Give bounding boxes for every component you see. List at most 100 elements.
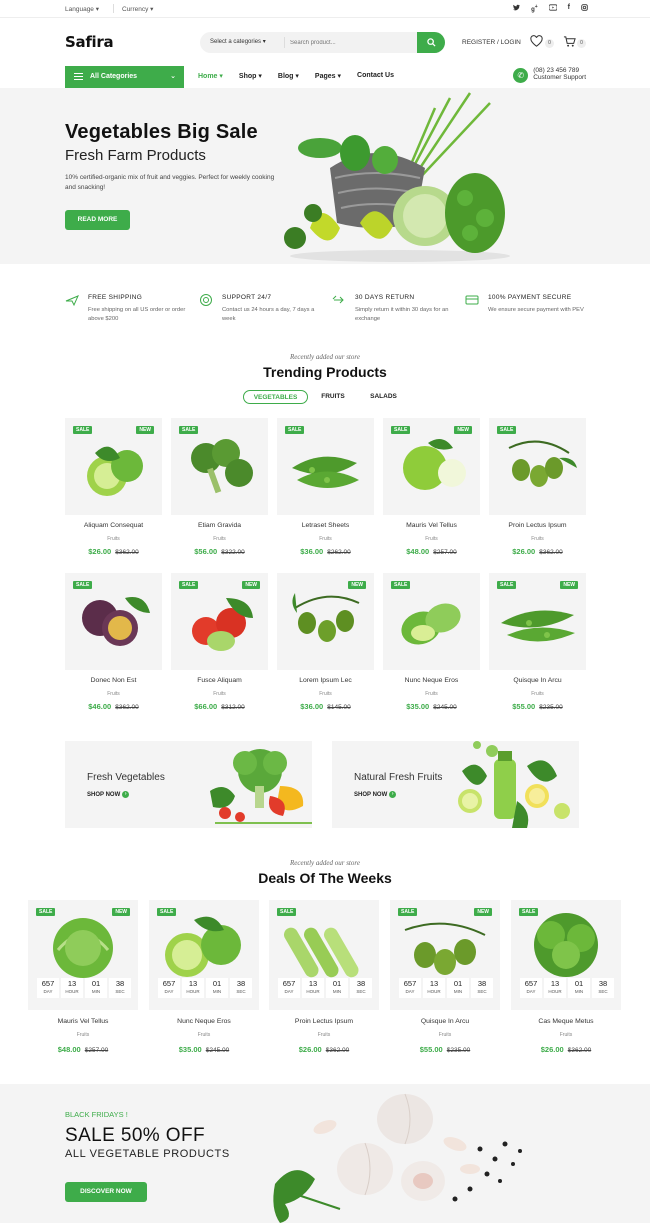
register-login-link[interactable]: REGISTER / LOGIN — [462, 39, 521, 46]
timer-label: DAY — [284, 989, 294, 994]
social-links: g+ f — [513, 4, 588, 13]
search-input[interactable] — [290, 36, 410, 49]
deal-card[interactable]: SALE 657 DAY 13 HOUR 01 MIN 38 SEC Nunc Neque Ero… — [149, 900, 259, 1060]
timer-unit: 13 HOUR — [182, 978, 204, 998]
twitter-icon[interactable] — [513, 4, 521, 13]
new-badge: NEW — [242, 581, 260, 589]
product-price: $56.00 $322.00 — [171, 547, 268, 556]
product-card[interactable]: SALE NEW Mauris Vel Tellus Fruits $48.00 $257… — [383, 418, 480, 568]
shop-now-link[interactable]: SHOP NOW › — [87, 791, 130, 798]
search-category-select[interactable]: Select a categories ▾ — [210, 38, 266, 45]
timer-unit: 38 SEC — [592, 978, 614, 998]
product-card[interactable]: NEW Lorem Ipsum Lec Fruits $36.00 $145.00 — [277, 573, 374, 723]
product-name[interactable]: Quisque In Arcu — [390, 1018, 500, 1025]
shop-now-link[interactable]: SHOP NOW › — [354, 791, 397, 798]
current-price: $36.00 — [300, 547, 324, 556]
facebook-icon[interactable]: f — [568, 4, 570, 13]
old-price: $362.00 — [567, 1047, 592, 1054]
product-name[interactable]: Etiam Gravida — [171, 522, 268, 529]
old-price: $312.00 — [221, 704, 245, 711]
product-name[interactable]: Nunc Neque Eros — [383, 677, 480, 684]
current-price: $36.00 — [300, 702, 324, 711]
banner-natural-fruits[interactable]: Natural Fresh Fruits SHOP NOW › — [332, 741, 579, 828]
timer-value: 38 — [236, 979, 246, 988]
menu-icon — [74, 73, 83, 80]
nav-item-pages[interactable]: Pages ▾ — [315, 72, 341, 80]
product-name[interactable]: Aliquam Consequat — [65, 522, 162, 529]
product-card[interactable]: SALE Nunc Neque Eros Fruits $35.00 $245.00 — [383, 573, 480, 723]
instagram-icon[interactable] — [581, 4, 588, 13]
new-badge: NEW — [454, 426, 472, 434]
nav-item-home[interactable]: Home ▾ — [198, 72, 223, 80]
timer-label: MIN — [212, 989, 222, 994]
sale-badge: SALE — [391, 426, 411, 434]
product-price: $36.00 $262.00 — [277, 547, 374, 556]
all-categories-button[interactable]: All Categories ⌄ — [65, 66, 184, 88]
countdown-timer: 657 DAY 13 HOUR 01 MIN 38 SEC — [278, 978, 372, 998]
tab-vegetables[interactable]: VEGETABLES — [243, 390, 308, 404]
nav-item-shop[interactable]: Shop ▾ — [239, 72, 262, 80]
customer-support[interactable]: ✆ (08) 23 456 789 Customer Support — [513, 67, 586, 83]
read-more-button[interactable]: READ MORE — [65, 210, 130, 230]
product-name[interactable]: Donec Non Est — [65, 677, 162, 684]
cart-icon[interactable] — [563, 35, 577, 49]
product-name[interactable]: Mauris Vel Tellus — [383, 522, 480, 529]
product-name[interactable]: Proin Lectus Ipsum — [489, 522, 586, 529]
product-card[interactable]: SALE NEW Quisque In Arcu Fruits $55.00 $235.0… — [489, 573, 586, 723]
product-name[interactable]: Lorem Ipsum Lec — [277, 677, 374, 684]
timer-value: 13 — [188, 979, 198, 988]
product-card[interactable]: SALE Donec Non Est Fruits $46.00 $362.00 — [65, 573, 162, 723]
youtube-icon[interactable] — [548, 4, 557, 13]
product-category: Fruits — [76, 1032, 90, 1038]
timer-label: HOUR — [306, 989, 320, 994]
chevron-down-icon: ⌄ — [170, 73, 176, 80]
timer-label: HOUR — [186, 989, 200, 994]
wishlist-icon[interactable] — [530, 35, 544, 49]
tab-fruits[interactable]: FRUITS — [318, 390, 348, 404]
cart-count-badge: 0 — [577, 39, 586, 48]
product-name[interactable]: Letraset Sheets — [277, 522, 374, 529]
tab-salads[interactable]: SALADS — [366, 390, 401, 404]
nav-item-blog[interactable]: Blog ▾ — [278, 72, 299, 80]
deal-card[interactable]: SALE NEW 657 DAY 13 HOUR 01 MIN 38 SEC Quisque In … — [390, 900, 500, 1060]
timer-value: 01 — [574, 979, 584, 988]
current-price: $56.00 — [194, 547, 218, 556]
google-plus-icon[interactable]: g+ — [531, 4, 538, 13]
product-card[interactable]: SALE NEW Aliquam Consequat Fruits $26.00 $362… — [65, 418, 162, 568]
product-name[interactable]: Fusce Aliquam — [171, 677, 268, 684]
product-card[interactable]: SALE Proin Lectus Ipsum Fruits $26.00 $362.0… — [489, 418, 586, 568]
logo[interactable]: Safira — [65, 33, 114, 51]
plane-icon — [65, 295, 79, 307]
search-button[interactable] — [417, 32, 445, 53]
timer-unit: 13 HOUR — [544, 978, 566, 998]
current-price: $48.00 — [57, 1045, 81, 1054]
product-price: $66.00 $312.00 — [171, 702, 268, 711]
product-card[interactable]: SALE Letraset Sheets Fruits $36.00 $262.00 — [277, 418, 374, 568]
new-badge: NEW — [474, 908, 492, 916]
language-selector[interactable]: Language ▾ — [65, 5, 99, 13]
sale-badge: SALE — [157, 908, 177, 916]
currency-selector[interactable]: Currency ▾ — [122, 5, 153, 13]
support-phone: (08) 23 456 789 — [533, 67, 580, 74]
product-name[interactable]: Quisque In Arcu — [489, 677, 586, 684]
product-name[interactable]: Cas Meque Metus — [511, 1018, 621, 1025]
banner-fresh-vegetables[interactable]: Fresh Vegetables SHOP NOW › — [65, 741, 312, 828]
nav-item-contact[interactable]: Contact Us — [357, 72, 394, 80]
deal-card[interactable]: SALE NEW 657 DAY 13 HOUR 01 MIN 38 SEC Mauris Vel … — [28, 900, 138, 1060]
product-name[interactable]: Proin Lectus Ipsum — [269, 1018, 379, 1025]
product-name[interactable]: Mauris Vel Tellus — [28, 1018, 138, 1025]
discover-now-button[interactable]: DISCOVER NOW — [65, 1182, 147, 1202]
timer-unit: 38 SEC — [109, 978, 131, 998]
deal-card[interactable]: SALE 657 DAY 13 HOUR 01 MIN 38 SEC Proin Lectus I… — [269, 900, 379, 1060]
main-nav: All Categories ⌄ Home ▾ Shop ▾ Blog ▾ Pa… — [0, 66, 650, 88]
timer-label: HOUR — [427, 989, 441, 994]
timer-unit: 01 MIN — [85, 978, 107, 998]
product-card[interactable]: SALE NEW Fusce Aliquam Fruits $66.00 $312.00 — [171, 573, 268, 723]
deal-card[interactable]: SALE 657 DAY 13 HOUR 01 MIN 38 SEC Cas Meque Metu… — [511, 900, 621, 1060]
fruits-image — [458, 741, 570, 828]
old-price: $245.00 — [433, 704, 457, 711]
hero-subtitle: Fresh Farm Products — [65, 147, 206, 164]
product-category: Fruits — [559, 1032, 573, 1038]
product-name[interactable]: Nunc Neque Eros — [149, 1018, 259, 1025]
product-card[interactable]: SALE Etiam Gravida Fruits $56.00 $322.00 — [171, 418, 268, 568]
